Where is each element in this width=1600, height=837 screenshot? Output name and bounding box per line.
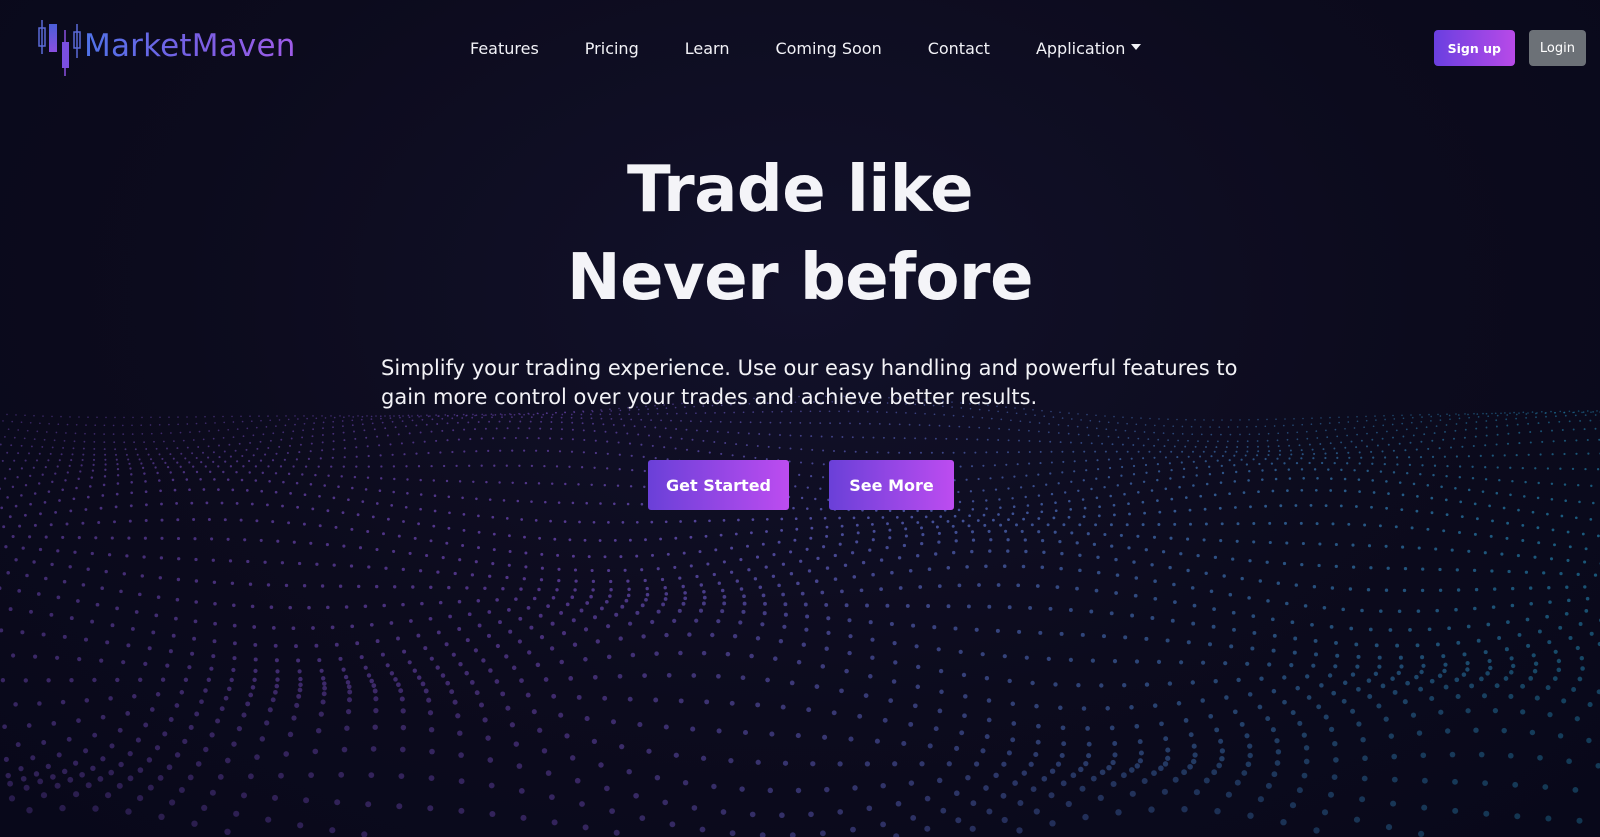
hero-subtitle: Simplify your trading experience. Use ou… [381,356,1238,409]
brand-name: MarketMaven [84,27,296,64]
nav-dropdown-label: Application [1035,39,1126,58]
get-started-button[interactable]: Get Started [648,460,789,510]
nav-link-coming-soon[interactable]: Coming Soon [775,30,881,68]
nav-link-contact[interactable]: Contact [928,30,990,68]
nav-link-features[interactable]: Features [470,30,539,68]
navbar: MarketMaven Features Pricing Learn Comin… [0,0,1600,96]
hero-title-line-1: Trade like [627,153,974,227]
brand-link[interactable]: MarketMaven [36,14,296,78]
nav-links: Features Pricing Learn Coming Soon Conta… [470,30,1187,68]
nav-dropdown-application[interactable]: Application [1035,30,1142,68]
hero-title-line-2: Never before [567,241,1033,315]
caret-down-icon [1131,44,1142,50]
auth-buttons: Sign up Login [1433,30,1586,66]
nav-link-pricing[interactable]: Pricing [585,30,639,68]
landing-page: MarketMaven Features Pricing Learn Comin… [0,0,1600,837]
particle-wave-background [0,395,1600,837]
signup-button[interactable]: Sign up [1433,30,1515,66]
candlestick-chart-icon [38,16,81,76]
hero-title: Trade like Never before [0,146,1600,322]
nav-link-learn[interactable]: Learn [685,30,730,68]
see-more-button[interactable]: See More [829,460,954,510]
hero-buttons: Get Started See More [648,460,954,510]
login-button[interactable]: Login [1528,30,1586,66]
